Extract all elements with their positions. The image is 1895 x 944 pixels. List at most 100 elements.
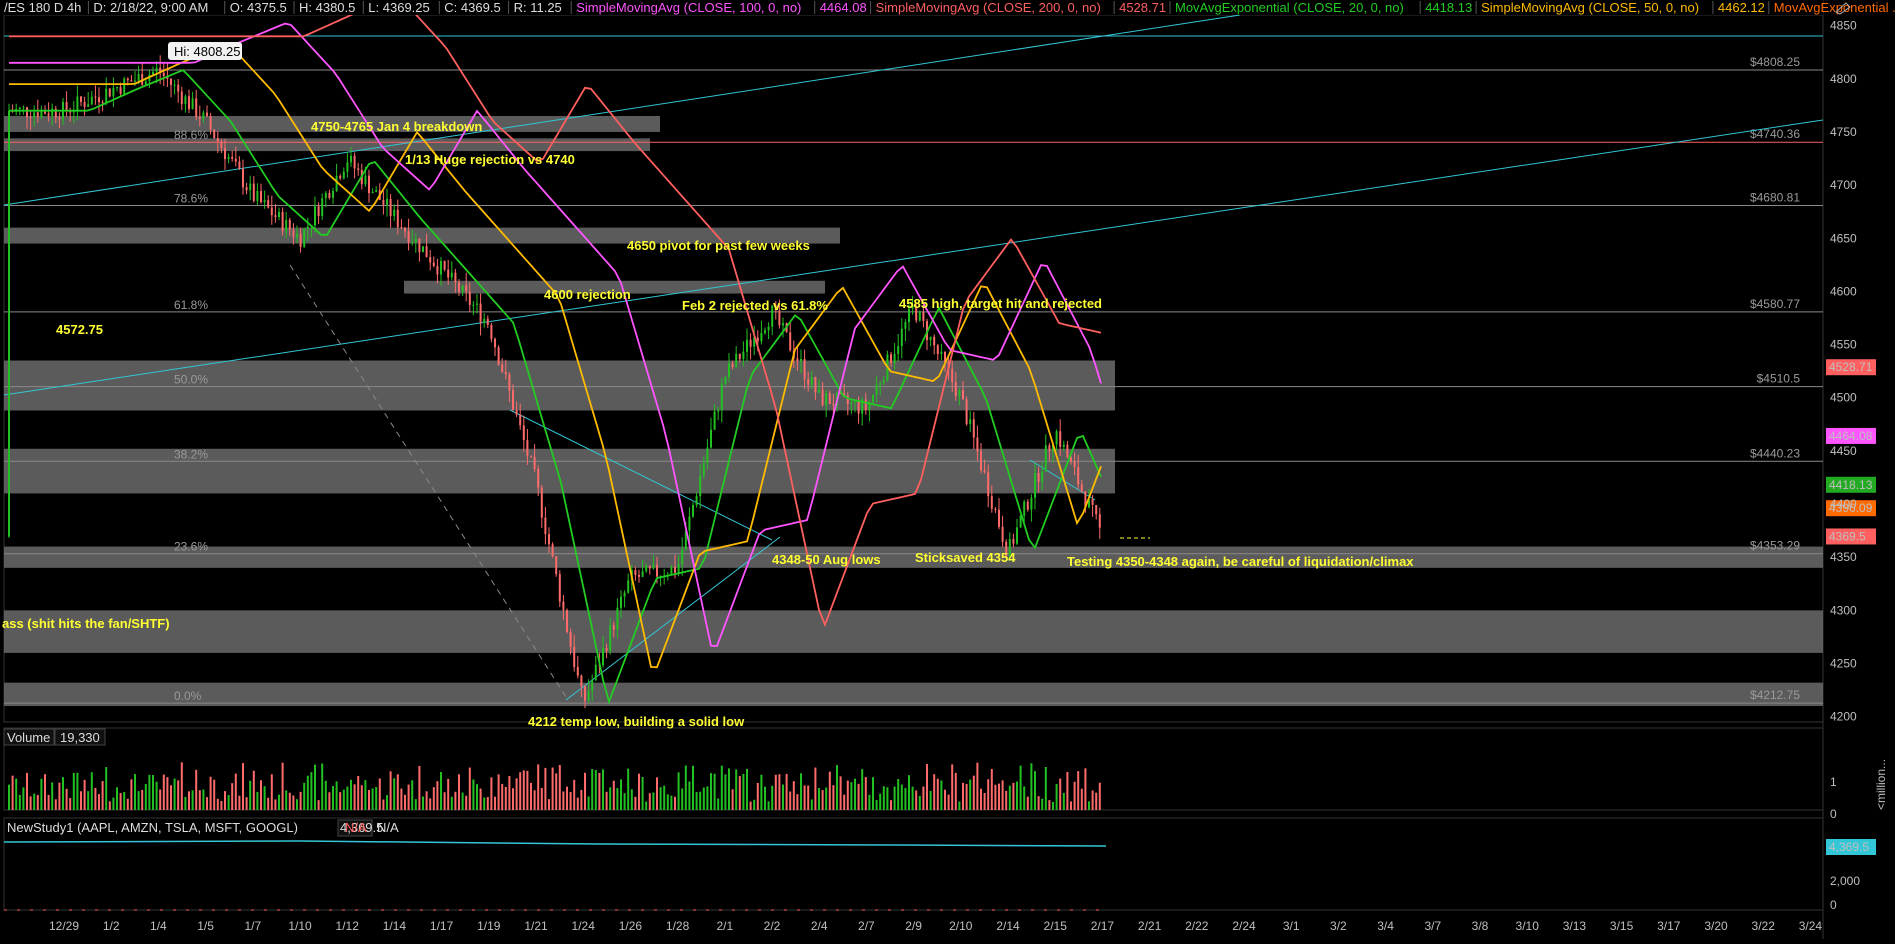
volume-bar: [720, 765, 723, 810]
candle-body: [195, 98, 198, 118]
candle-body: [540, 487, 543, 518]
volume-bar: [461, 792, 464, 810]
x-tick-label: 1/24: [572, 919, 596, 933]
volume-bar: [220, 801, 223, 810]
volume-bar: [1016, 781, 1018, 810]
x-tick-label: 3/1: [1283, 919, 1300, 933]
volume-bar: [832, 785, 835, 810]
volume-bar: [710, 773, 712, 810]
volume-bar: [764, 786, 766, 810]
volume-bar: [969, 779, 972, 810]
candle-body: [530, 455, 532, 457]
volume-bar: [1019, 765, 1022, 810]
volume-bar: [774, 774, 777, 810]
x-tick-label: 3/20: [1704, 919, 1728, 933]
volume-bar: [594, 770, 597, 810]
volume-bar: [202, 789, 205, 810]
study-na: N/A: [345, 820, 367, 835]
x-tick-label: 2/17: [1091, 919, 1115, 933]
volume-bar: [152, 775, 154, 810]
chart-annotation: Sticksaved 4354: [915, 550, 1016, 565]
volume-bar: [350, 779, 352, 810]
candle-body: [681, 549, 684, 565]
candle-body: [972, 419, 975, 438]
volume-bar: [641, 777, 644, 810]
candle-body: [98, 97, 100, 103]
candle-body: [321, 198, 324, 217]
candle-body: [134, 80, 136, 82]
candle-body: [76, 96, 79, 111]
volume-bar: [1059, 778, 1062, 810]
candle-body: [555, 556, 558, 575]
candle-body: [688, 516, 691, 531]
volume-bar: [929, 790, 932, 810]
volume-bar: [825, 787, 828, 810]
candle-body: [342, 171, 345, 179]
candle-body: [717, 410, 720, 412]
candle-body: [508, 374, 511, 391]
x-tick-label: 2/1: [716, 919, 733, 933]
candle-body: [695, 496, 698, 505]
volume-bar: [782, 784, 784, 810]
volume-bar: [357, 776, 360, 810]
candle-body: [281, 211, 284, 232]
chart-annotation: Feb 2 rejected vs 61.8%: [682, 298, 828, 313]
volume-bar: [378, 778, 381, 810]
candle-body: [108, 88, 111, 97]
candle-body: [879, 383, 882, 385]
volume-bar: [681, 788, 684, 810]
candle-body: [1016, 527, 1018, 544]
candle-body: [80, 96, 82, 102]
y-tick-label: 4350: [1830, 550, 1857, 564]
fib-label: 50.0%: [174, 373, 208, 387]
price-tag-text: 4418.13: [1829, 478, 1873, 492]
volume-bar: [1044, 766, 1047, 810]
candle-body: [890, 354, 892, 364]
volume-bar: [922, 786, 925, 810]
candle-body: [87, 104, 90, 107]
candle-body: [800, 359, 802, 362]
candle-body: [1023, 501, 1026, 516]
volume-bar: [1030, 763, 1033, 810]
volume-bar: [728, 768, 730, 810]
candle-body: [447, 269, 450, 278]
volume-bar: [368, 789, 370, 810]
candle-body: [285, 219, 288, 232]
candle-body: [18, 107, 21, 109]
chart-annotation: 4750-4765 Jan 4 breakdown: [311, 119, 482, 134]
volume-bar: [915, 790, 918, 810]
volume-bar: [238, 795, 241, 810]
volume-bar: [249, 780, 252, 810]
candle-body: [965, 399, 968, 425]
volume-bar: [926, 764, 928, 810]
x-tick-label: 1/2: [103, 919, 120, 933]
fib-label: 88.6%: [174, 128, 208, 142]
volume-bar: [1084, 768, 1087, 810]
volume-bar: [537, 764, 540, 810]
volume-bar: [951, 764, 954, 810]
candle-body: [393, 209, 396, 217]
volume-bar: [494, 796, 496, 810]
candle-body: [882, 380, 885, 384]
candle-body: [1048, 445, 1051, 451]
candle-body: [576, 666, 579, 676]
volume-bar: [602, 769, 604, 810]
price-chart[interactable]: $4808.25 $4740.36 $4680.81 $4580.77 $4510.5 $…: [0, 0, 1895, 939]
candle-body: [994, 508, 997, 510]
candle-body: [364, 175, 367, 185]
candle-body: [652, 564, 655, 569]
candle-body: [400, 227, 403, 229]
volume-bar: [634, 796, 637, 810]
candle-body: [591, 679, 594, 691]
volume-value: 19,330: [60, 730, 100, 745]
support-resistance-zone: [4, 682, 1823, 707]
volume-bar: [839, 776, 842, 810]
candle-body: [897, 346, 900, 355]
volume-bar: [886, 787, 889, 810]
candle-body: [123, 78, 126, 94]
candle-body: [245, 187, 248, 191]
volume-bar: [389, 771, 392, 810]
candle-body: [872, 394, 874, 402]
price-level-label: $4212.75: [1750, 688, 1800, 702]
candle-body: [958, 390, 961, 397]
